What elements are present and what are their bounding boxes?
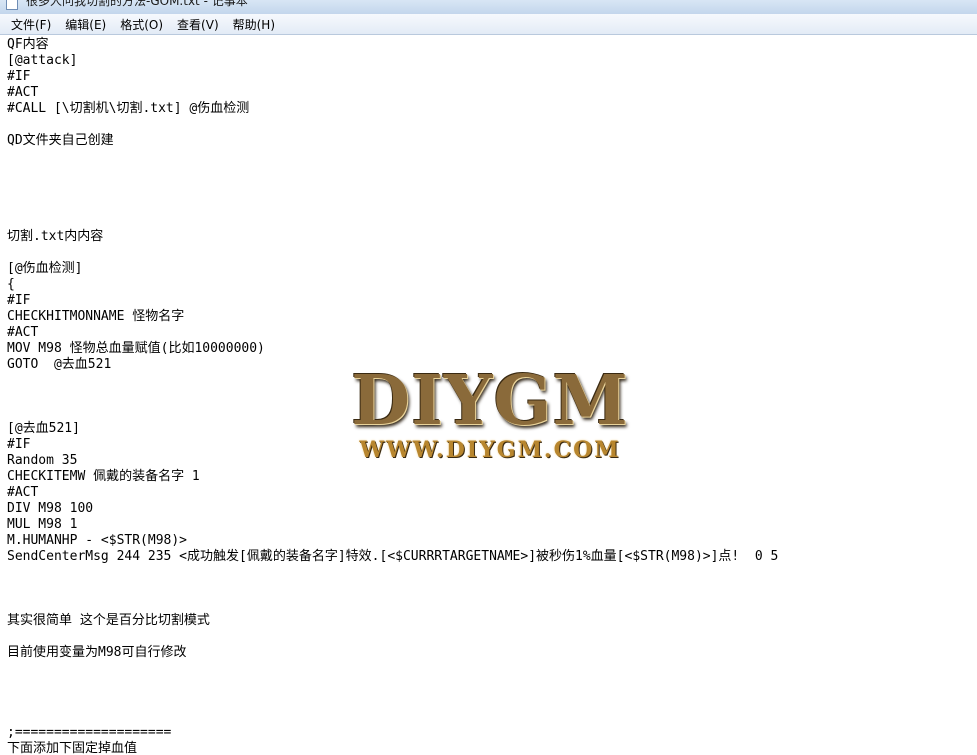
- text-line: #IF: [7, 293, 31, 308]
- text-line: [7, 149, 778, 165]
- text-line: MUL M98 1: [7, 517, 78, 532]
- text-line: QF内容: [7, 37, 49, 52]
- menu-edit[interactable]: 编辑(E): [58, 15, 113, 34]
- text-line: [@attack]: [7, 53, 78, 68]
- text-line: [@去血521]: [7, 421, 80, 436]
- text-line: DIV M98 100: [7, 501, 94, 516]
- text-line: [7, 245, 778, 261]
- text-line: [7, 565, 778, 581]
- text-line: Random 35: [7, 453, 78, 468]
- text-line: [7, 661, 778, 677]
- text-line: #ACT: [7, 485, 39, 500]
- text-line: QD文件夹自己创建: [7, 133, 114, 148]
- text-line: [7, 693, 778, 709]
- title-bar[interactable]: 很多人问我切割的方法-GOM.txt - 记事本: [0, 0, 977, 14]
- text-line: [7, 389, 778, 405]
- text-line: [7, 629, 778, 645]
- text-line: #IF: [7, 69, 31, 84]
- menu-bar: 文件(F) 编辑(E) 格式(O) 查看(V) 帮助(H): [0, 14, 977, 35]
- menu-help[interactable]: 帮助(H): [226, 15, 282, 34]
- text-line: M.HUMANHP - <$STR(M98)>: [7, 533, 188, 548]
- text-line: CHECKITEMW 佩戴的装备名字 1: [7, 469, 200, 484]
- text-line: [7, 165, 778, 181]
- text-line: [7, 373, 778, 389]
- text-line: {: [7, 277, 15, 292]
- text-line: 其实很简单 这个是百分比切割模式: [7, 613, 210, 628]
- text-line: [@伤血检测]: [7, 261, 83, 276]
- text-line: #ACT: [7, 325, 39, 340]
- text-line: MOV M98 怪物总血量赋值(比如10000000): [7, 341, 265, 356]
- window-title: 很多人问我切割的方法-GOM.txt - 记事本: [26, 0, 248, 8]
- notepad-window: 很多人问我切割的方法-GOM.txt - 记事本 文件(F) 编辑(E) 格式(…: [0, 0, 977, 755]
- text-line: #IF: [7, 437, 31, 452]
- text-line: [7, 709, 778, 725]
- text-line: [7, 405, 778, 421]
- text-line: [7, 597, 778, 613]
- text-line: CHECKHITMONNAME 怪物名字: [7, 309, 185, 324]
- menu-view[interactable]: 查看(V): [170, 15, 226, 34]
- text-line: [7, 213, 778, 229]
- text-line: #ACT: [7, 85, 39, 100]
- text-line: SendCenterMsg 244 235 <成功触发[佩戴的装备名字]特效.[…: [7, 549, 779, 564]
- text-content: QF内容 [@attack] #IF #ACT #CALL [\切割机\切割.txt] …: [7, 37, 778, 755]
- text-line: [7, 581, 778, 597]
- text-line: ;====================: [7, 725, 172, 740]
- menu-file[interactable]: 文件(F): [4, 15, 58, 34]
- notepad-icon: [6, 0, 18, 10]
- text-line: [7, 197, 778, 213]
- text-editor[interactable]: QF内容 [@attack] #IF #ACT #CALL [\切割机\切割.txt] …: [0, 35, 977, 755]
- text-line: 切割.txt内内容: [7, 229, 104, 244]
- text-line: [7, 117, 778, 133]
- text-line: [7, 677, 778, 693]
- text-line: [7, 181, 778, 197]
- text-line: GOTO @去血521: [7, 357, 112, 372]
- menu-format[interactable]: 格式(O): [113, 15, 170, 34]
- text-line: 下面添加下固定掉血值: [7, 741, 138, 755]
- text-line: #CALL [\切割机\切割.txt] @伤血检测: [7, 101, 250, 116]
- text-line: 目前使用变量为M98可自行修改: [7, 645, 187, 660]
